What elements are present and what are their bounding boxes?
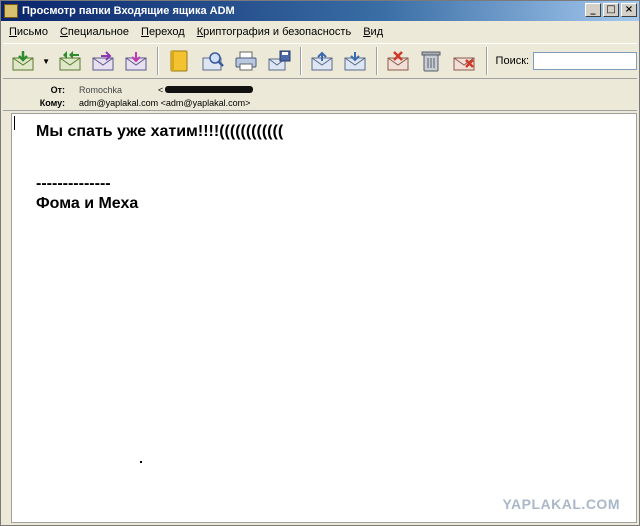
chevron-down-icon[interactable]: ▼ bbox=[42, 57, 50, 66]
mark-spam-icon bbox=[387, 51, 409, 71]
maximize-button[interactable]: □ bbox=[603, 3, 619, 17]
window-controls: _ □ × bbox=[585, 3, 637, 17]
previous-message-button[interactable] bbox=[308, 46, 336, 76]
print-button[interactable] bbox=[232, 46, 260, 76]
delete-message-button[interactable] bbox=[450, 46, 478, 76]
menu-view-accel: В bbox=[363, 26, 371, 38]
menu-letter-accel: П bbox=[9, 26, 17, 38]
next-message-button[interactable] bbox=[341, 46, 369, 76]
menu-bar: Письмо Специальное Переход Криптография … bbox=[3, 22, 389, 42]
send-button[interactable] bbox=[122, 46, 150, 76]
to-value[interactable]: adm@yaplakal.com <adm@yaplakal.com> bbox=[79, 98, 250, 108]
minimize-button[interactable]: _ bbox=[585, 3, 601, 17]
send-icon bbox=[125, 52, 147, 71]
from-email-prefix: < bbox=[158, 84, 164, 95]
menu-special-accel: С bbox=[59, 26, 68, 38]
close-button[interactable]: × bbox=[621, 3, 637, 17]
message-separator: -------------- bbox=[36, 175, 111, 192]
save-icon bbox=[268, 50, 291, 71]
message-text: Мы спать уже хатим!!!!(((((((((((( -----… bbox=[36, 122, 283, 214]
toolbar-separator bbox=[299, 47, 302, 75]
menu-letter-label: исьмо bbox=[16, 26, 48, 38]
from-name[interactable]: Romochka bbox=[79, 85, 122, 95]
toolbar: ▼ Поиск: bbox=[3, 43, 638, 79]
message-signature: Фома и Меха bbox=[36, 195, 139, 212]
reply-all-button[interactable] bbox=[56, 46, 84, 76]
delete-message-icon bbox=[453, 57, 475, 71]
stray-dot bbox=[140, 461, 142, 463]
address-book-button[interactable] bbox=[165, 46, 193, 76]
toolbar-separator bbox=[485, 47, 488, 75]
window-title: Просмотр папки Входящие ящика ADM bbox=[22, 5, 235, 17]
search-mail-icon bbox=[202, 52, 224, 71]
toolbar-separator bbox=[157, 47, 160, 75]
mail-viewer-window: Просмотр папки Входящие ящика ADM _ □ × … bbox=[0, 0, 640, 526]
toolbar-separator bbox=[376, 47, 379, 75]
download-mail-button[interactable] bbox=[9, 46, 37, 76]
trash-icon bbox=[421, 51, 441, 72]
print-icon bbox=[235, 51, 257, 71]
forward-button[interactable] bbox=[89, 46, 117, 76]
menu-goto-label: ереход bbox=[148, 26, 185, 38]
save-button[interactable] bbox=[265, 46, 293, 76]
title-bar[interactable]: Просмотр папки Входящие ящика ADM _ □ × bbox=[1, 1, 639, 21]
search-label: Поиск: bbox=[495, 55, 530, 67]
menu-special-label: пециальное bbox=[67, 26, 130, 38]
address-book-icon bbox=[170, 50, 188, 72]
search-input[interactable] bbox=[533, 52, 638, 70]
next-message-icon bbox=[344, 52, 366, 71]
redacted-email bbox=[165, 86, 254, 93]
mark-spam-button[interactable] bbox=[384, 46, 412, 76]
from-row: От: Romochka < bbox=[3, 83, 255, 96]
message-headers: От: Romochka < Кому: adm@yaplakal.com <a… bbox=[3, 81, 637, 111]
menu-view[interactable]: Вид bbox=[357, 24, 389, 40]
reply-all-icon bbox=[59, 51, 81, 71]
download-mail-icon bbox=[12, 51, 34, 71]
previous-message-icon bbox=[311, 51, 333, 71]
forward-icon bbox=[92, 51, 114, 71]
search-mail-button[interactable] bbox=[199, 46, 227, 76]
message-line: Мы спать уже хатим!!!!(((((((((((( bbox=[36, 123, 284, 140]
menu-letter[interactable]: Письмо bbox=[3, 24, 54, 40]
mail-app-icon bbox=[4, 4, 18, 18]
to-row: Кому: adm@yaplakal.com <adm@yaplakal.com… bbox=[3, 96, 251, 109]
text-caret bbox=[14, 116, 15, 130]
watermark: YAPLAKAL.COM bbox=[502, 496, 620, 512]
menu-crypto-label: риптография и безопасность bbox=[203, 26, 352, 38]
message-body[interactable]: Мы спать уже хатим!!!!(((((((((((( -----… bbox=[11, 113, 637, 523]
menu-view-label: ид bbox=[370, 26, 384, 38]
menu-goto-accel: П bbox=[141, 26, 149, 38]
menu-goto[interactable]: Переход bbox=[135, 24, 191, 40]
trash-button[interactable] bbox=[417, 46, 445, 76]
to-label: Кому: bbox=[39, 97, 65, 108]
menu-special[interactable]: Специальное bbox=[54, 24, 135, 40]
menu-crypto[interactable]: Криптография и безопасность bbox=[191, 24, 357, 40]
from-label: От: bbox=[50, 84, 65, 95]
